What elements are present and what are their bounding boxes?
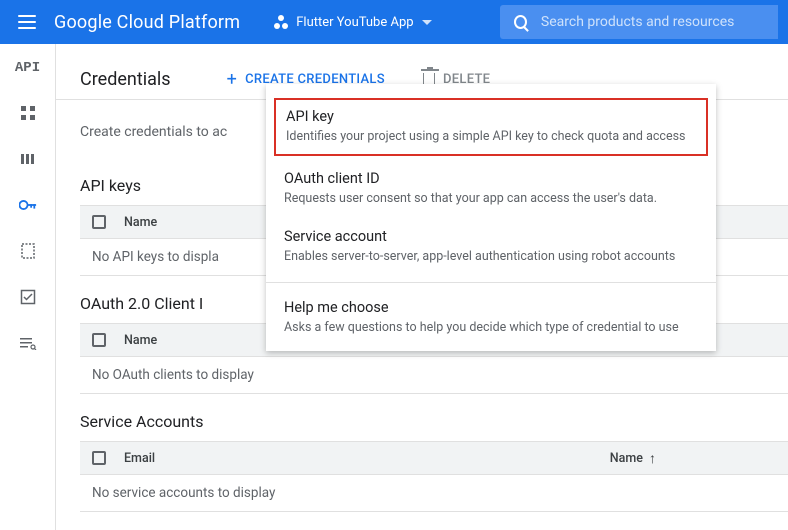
api-keys-select-all[interactable] [92, 215, 106, 229]
project-picker[interactable]: Flutter YouTube App [268, 11, 437, 34]
menu-item-service-account[interactable]: Service account Enables server-to-server… [266, 218, 716, 276]
left-rail: API [0, 44, 56, 530]
hamburger-icon[interactable] [18, 15, 36, 29]
oauth-consent-icon[interactable] [19, 242, 37, 260]
domain-verification-icon[interactable] [19, 288, 37, 306]
top-bar: Google Cloud Platform Flutter YouTube Ap… [0, 0, 788, 44]
menu-item-desc: Enables server-to-server, app-level auth… [284, 249, 698, 264]
api-label: API [15, 60, 40, 76]
oauth-empty: No OAuth clients to display [80, 357, 788, 394]
search-icon [514, 15, 527, 29]
menu-item-title: Service account [284, 228, 698, 245]
search-box[interactable] [500, 5, 778, 39]
project-name: Flutter YouTube App [296, 15, 413, 30]
service-heading: Service Accounts [80, 394, 788, 441]
menu-item-api-key[interactable]: API key Identifies your project using a … [274, 98, 708, 156]
chevron-down-icon [422, 20, 432, 25]
service-table-header: Email Name ↑ [80, 441, 788, 475]
project-icon [274, 15, 288, 29]
menu-item-title: API key [286, 108, 696, 125]
create-credentials-menu: API key Identifies your project using a … [266, 84, 716, 351]
menu-item-desc: Asks a few questions to help you decide … [284, 320, 698, 335]
service-select-all[interactable] [92, 451, 106, 465]
brand-label: Google Cloud Platform [54, 12, 240, 33]
page-usage-icon[interactable] [19, 334, 37, 352]
service-empty: No service accounts to display [80, 475, 788, 512]
oauth-select-all[interactable] [92, 333, 106, 347]
menu-divider [266, 282, 716, 283]
menu-item-oauth-client[interactable]: OAuth client ID Requests user consent so… [266, 160, 716, 218]
menu-item-title: Help me choose [284, 299, 698, 316]
menu-item-desc: Requests user consent so that your app c… [284, 191, 698, 206]
service-col-name[interactable]: Name ↑ [610, 450, 656, 467]
menu-item-title: OAuth client ID [284, 170, 698, 187]
menu-item-help-choose[interactable]: Help me choose Asks a few questions to h… [266, 289, 716, 347]
page-title: Credentials [80, 69, 171, 90]
main-content: Credentials + CREATE CREDENTIALS DELETE … [56, 44, 788, 530]
dashboard-icon[interactable] [19, 104, 37, 122]
arrow-up-icon: ↑ [649, 450, 656, 467]
search-input[interactable] [541, 14, 764, 30]
oauth-col-name[interactable]: Name [124, 333, 157, 348]
plus-icon: + [227, 69, 238, 90]
library-icon[interactable] [19, 150, 37, 168]
api-keys-col-name[interactable]: Name [124, 215, 157, 230]
service-col-email[interactable]: Email [124, 451, 155, 466]
menu-item-desc: Identifies your project using a simple A… [286, 129, 696, 144]
credentials-icon[interactable] [19, 196, 37, 214]
